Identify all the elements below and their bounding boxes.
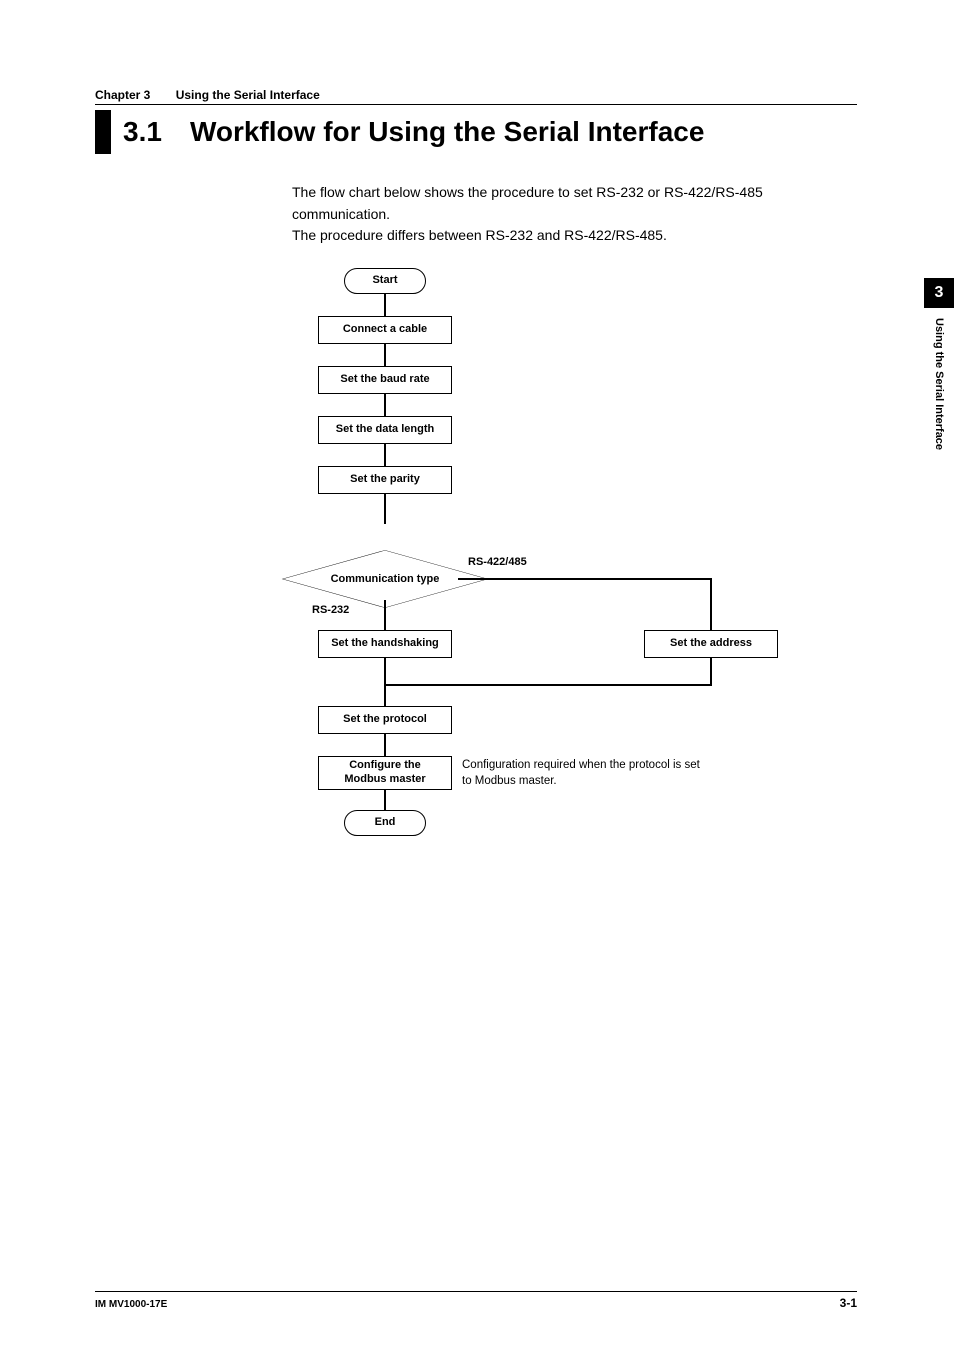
- side-tab-text: Using the Serial Interface: [924, 308, 945, 450]
- connector: [384, 658, 386, 706]
- chapter-title: Using the Serial Interface: [176, 88, 320, 102]
- connector: [384, 294, 386, 316]
- side-tab-number: 3: [924, 278, 954, 308]
- connector: [710, 658, 712, 686]
- connector: [384, 734, 386, 756]
- intro-line-2: The procedure differs between RS-232 and…: [292, 225, 792, 247]
- modbus-note: Configuration required when the protocol…: [462, 758, 712, 789]
- node-end: End: [344, 810, 426, 836]
- intro-text: The flow chart below shows the procedure…: [292, 182, 792, 247]
- node-baud-rate: Set the baud rate: [318, 366, 452, 394]
- connector: [384, 790, 386, 810]
- node-data-length: Set the data length: [318, 416, 452, 444]
- section-marker: [95, 110, 111, 154]
- section-number: 3.1: [123, 116, 162, 148]
- connector: [710, 578, 712, 630]
- node-connect-cable: Connect a cable: [318, 316, 452, 344]
- footer-rule: [95, 1291, 857, 1292]
- node-address: Set the address: [644, 630, 778, 658]
- section-title: Workflow for Using the Serial Interface: [190, 116, 704, 148]
- node-parity: Set the parity: [318, 466, 452, 494]
- node-protocol: Set the protocol: [318, 706, 452, 734]
- node-modbus-master: Configure the Modbus master: [318, 756, 452, 790]
- chapter-label: Chapter 3: [95, 88, 150, 102]
- connector: [384, 684, 712, 686]
- flowchart: Start Connect a cable Set the baud rate …: [292, 268, 772, 898]
- intro-line-1: The flow chart below shows the procedure…: [292, 182, 792, 225]
- connector: [458, 578, 712, 580]
- section-heading: 3.1 Workflow for Using the Serial Interf…: [95, 110, 857, 154]
- side-tab: 3 Using the Serial Interface: [924, 278, 954, 450]
- connector: [384, 344, 386, 366]
- header-rule: [95, 104, 857, 105]
- label-rs232: RS-232: [312, 604, 349, 616]
- footer-right: 3-1: [840, 1296, 857, 1310]
- connector: [384, 444, 386, 466]
- label-rs422-485: RS-422/485: [468, 556, 527, 568]
- connector: [384, 600, 386, 630]
- node-handshaking: Set the handshaking: [318, 630, 452, 658]
- node-start: Start: [344, 268, 426, 294]
- chapter-header: Chapter 3 Using the Serial Interface: [95, 88, 320, 102]
- connector: [384, 394, 386, 416]
- footer-left: IM MV1000-17E: [95, 1299, 167, 1310]
